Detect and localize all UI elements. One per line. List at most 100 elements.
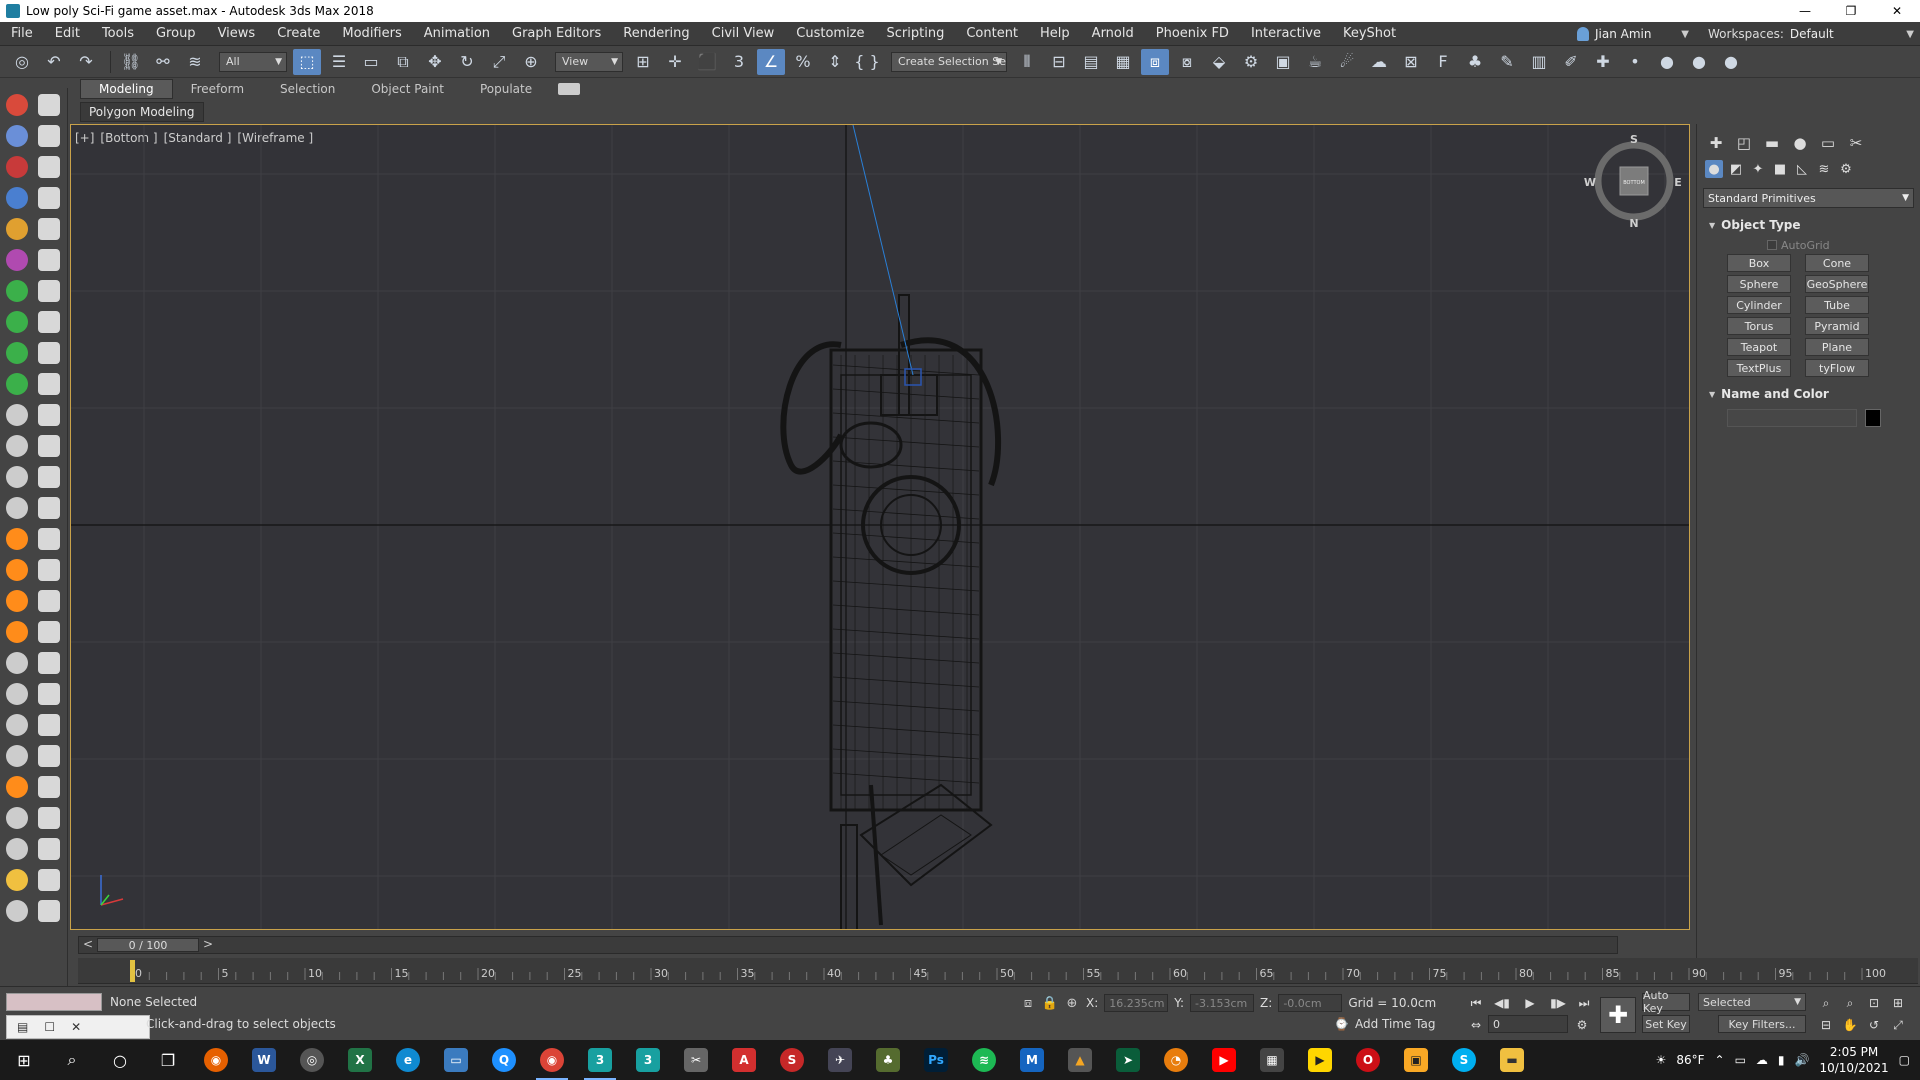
weather-temperature[interactable]: 86°F [1676,1053,1704,1067]
menu-group[interactable]: Group [145,26,207,41]
tool-icon[interactable] [38,652,60,674]
sphere-tool-icon[interactable]: ● [1653,49,1681,75]
rendered-frame-window-icon[interactable]: ▣ [1269,49,1297,75]
tool-icon[interactable] [38,621,60,643]
previous-frame-icon[interactable]: ◀▮ [1492,993,1512,1013]
rotate-icon[interactable]: ↻ [453,49,481,75]
move-icon[interactable]: ✥ [421,49,449,75]
tool-icon[interactable] [38,497,60,519]
app-icon[interactable]: ◎ [288,1040,336,1080]
tool-icon[interactable] [6,807,28,829]
align-icon[interactable]: ⊟ [1045,49,1073,75]
3ds-max-icon[interactable]: 3 [624,1040,672,1080]
key-filters-button[interactable]: Key Filters... [1718,1015,1806,1033]
tool-icon[interactable] [6,776,28,798]
checkbox[interactable] [1767,240,1777,250]
menu-keyshot[interactable]: KeyShot [1332,26,1407,41]
cone-button[interactable]: Cone [1805,254,1869,272]
shapes-icon[interactable]: ◩ [1727,160,1745,178]
a360-gallery-icon[interactable]: ⊠ [1397,49,1425,75]
select-manipulate-icon[interactable]: ✛ [661,49,689,75]
zoom-all-icon[interactable]: ⌕ [1840,993,1860,1013]
current-frame-marker[interactable] [130,960,135,982]
close-button[interactable]: ✕ [1874,0,1920,22]
photoshop-icon[interactable]: Ps [912,1040,960,1080]
x-coordinate-field[interactable]: 16.235cm [1104,994,1169,1012]
tool-icon[interactable] [6,280,28,302]
tool-icon[interactable] [6,652,28,674]
app-icon[interactable]: ➤ [1104,1040,1152,1080]
maximize-button[interactable]: ❐ [1828,0,1874,22]
utilities-tab-icon[interactable]: ✂ [1847,134,1865,152]
bind-space-warp-icon[interactable]: ≋ [181,49,209,75]
tool-icon[interactable] [6,621,28,643]
weather-icon[interactable]: ☀ [1656,1053,1667,1067]
start-icon[interactable]: ⊞ [0,1040,48,1080]
notifications-icon[interactable]: ▢ [1899,1053,1910,1067]
tab-modeling[interactable]: Modeling [80,79,173,99]
tool-icon[interactable] [6,590,28,612]
menu-edit[interactable]: Edit [44,26,91,41]
spinner-snap-icon[interactable]: ⇕ [821,49,849,75]
link-icon[interactable]: ⛓ [117,49,145,75]
object-type-header[interactable]: ▼ Object Type [1703,214,1914,236]
acrobat-icon[interactable]: A [720,1040,768,1080]
excel-icon[interactable]: X [336,1040,384,1080]
menu-views[interactable]: Views [207,26,267,41]
tool-icon[interactable] [6,559,28,581]
chevron-left-icon[interactable]: < [83,937,93,951]
select-by-name-icon[interactable]: ☰ [325,49,353,75]
tool-icon[interactable] [6,187,28,209]
firefox-icon[interactable]: ◉ [192,1040,240,1080]
undo-icon[interactable]: ↶ [40,49,68,75]
tool-icon[interactable] [6,869,28,891]
tool-icon[interactable] [38,466,60,488]
render-iterative-icon[interactable]: ☄ [1333,49,1361,75]
autogrid-checkbox[interactable]: AutoGrid [1703,236,1914,254]
tab-freeform[interactable]: Freeform [173,80,262,98]
tool-icon[interactable] [6,373,28,395]
ribbon-options-icon[interactable] [558,83,581,95]
track-bar[interactable]: 0 5 10 15 20 25 30 35 40 45 50 55 60 65 70 75 80 85 90 95 10… [78,958,1918,984]
tool-icon[interactable] [38,838,60,860]
menu-rendering[interactable]: Rendering [612,26,700,41]
railclone-icon[interactable]: ♣ [1461,49,1489,75]
material-editor-icon[interactable]: ⬙ [1205,49,1233,75]
tool-icon[interactable] [6,838,28,860]
pivot-center-icon[interactable]: ⊞ [629,49,657,75]
menu-customize[interactable]: Customize [785,26,875,41]
tool-icon[interactable] [6,342,28,364]
redo-icon[interactable]: ↷ [72,49,100,75]
menu-modifiers[interactable]: Modifiers [331,26,412,41]
edge-icon[interactable]: e [384,1040,432,1080]
app-icon[interactable]: ✈ [816,1040,864,1080]
tool-icon[interactable] [6,435,28,457]
menu-arnold[interactable]: Arnold [1081,26,1145,41]
tool-icon[interactable] [6,94,28,116]
name-color-header[interactable]: ▼ Name and Color [1703,383,1914,405]
tool-icon[interactable] [38,683,60,705]
window-crossing-icon[interactable]: ⧉ [389,49,417,75]
sphere-tool-icon[interactable]: ● [1685,49,1713,75]
skype-icon[interactable]: S [1440,1040,1488,1080]
maximize-viewport-icon[interactable]: ⤢ [1888,1015,1908,1035]
time-slider[interactable]: < 0 / 100 > [78,936,1618,954]
minimize-button[interactable]: — [1782,0,1828,22]
tool-icon[interactable] [6,156,28,178]
menu-tools[interactable]: Tools [91,26,145,41]
toggle-ribbon-icon[interactable]: ▦ [1109,49,1137,75]
tool-icon[interactable] [38,404,60,426]
angle-snap-icon[interactable]: ∠ [757,48,785,75]
current-frame-field[interactable]: 0 [1488,1015,1568,1033]
tool-icon[interactable] [38,156,60,178]
space-warps-icon[interactable]: ≋ [1815,160,1833,178]
cylinder-button[interactable]: Cylinder [1727,296,1791,314]
menu-scripting[interactable]: Scripting [876,26,956,41]
edit-named-selection-icon[interactable]: { } [853,49,881,75]
play-icon[interactable]: ▶ [1520,993,1540,1013]
lock-icon[interactable]: 🔒 [1042,995,1058,1011]
menu-civil-view[interactable]: Civil View [701,26,786,41]
task-view-icon[interactable]: ❐ [144,1040,192,1080]
youtube-icon[interactable]: ▶ [1200,1040,1248,1080]
category-dropdown[interactable]: Standard Primitives ▼ [1703,188,1914,208]
